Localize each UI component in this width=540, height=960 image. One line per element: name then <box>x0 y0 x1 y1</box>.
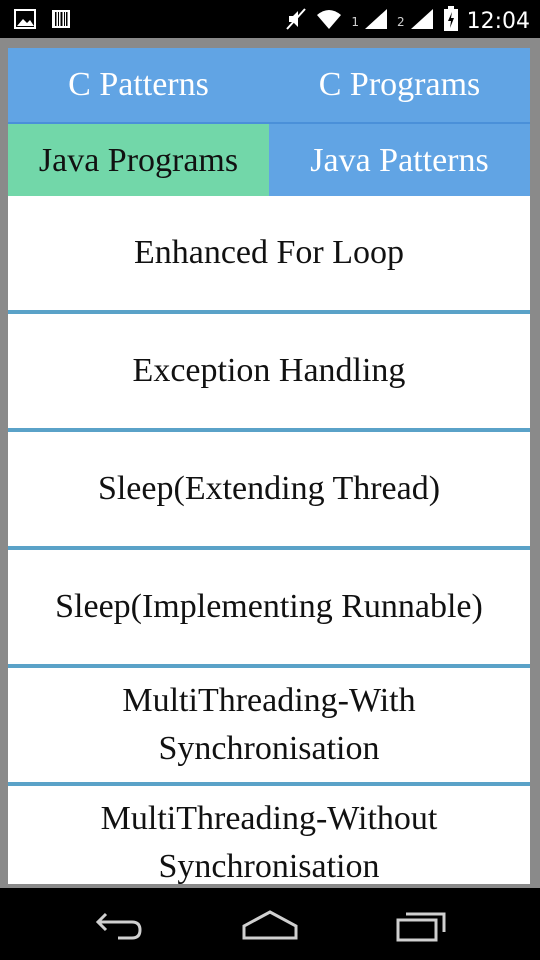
list-item[interactable]: MultiThreading-With Synchronisation <box>8 668 530 786</box>
tab-java-programs[interactable]: Java Programs <box>8 124 269 198</box>
clock: 12:04 <box>466 9 530 34</box>
list-item[interactable]: Exception Handling <box>8 314 530 432</box>
tab-c-programs[interactable]: C Programs <box>269 48 530 122</box>
barcode-icon <box>50 8 72 35</box>
list-item-label: MultiThreading-Without Synchronisation <box>100 800 438 884</box>
recents-icon <box>392 912 452 948</box>
back-icon <box>88 912 148 948</box>
tab-label: C Patterns <box>68 66 209 103</box>
sim2-label: 2 <box>396 14 405 29</box>
list-item[interactable]: Sleep(Extending Thread) <box>8 432 530 550</box>
tab-row: Java Programs Java Patterns <box>8 122 530 198</box>
nav-bar <box>0 888 540 960</box>
tab-label: Java Patterns <box>310 142 489 179</box>
program-list[interactable]: Enhanced For Loop Exception Handling Sle… <box>8 196 530 884</box>
home-button[interactable] <box>240 904 300 944</box>
signal-icon <box>363 7 389 36</box>
home-icon <box>240 910 300 948</box>
back-button[interactable] <box>88 904 148 944</box>
app-content: C Patterns C Programs Java Programs Java… <box>0 38 540 888</box>
list-item[interactable]: Sleep(Implementing Runnable) <box>8 550 530 668</box>
image-icon <box>14 8 36 35</box>
tab-bar: C Patterns C Programs Java Programs Java… <box>8 48 530 198</box>
list-item-label: Sleep(Extending Thread) <box>97 470 441 507</box>
tab-row: C Patterns C Programs <box>8 48 530 122</box>
status-bar: 1 2 12:04 <box>0 0 540 38</box>
tab-java-patterns[interactable]: Java Patterns <box>269 124 530 198</box>
sim1-label: 1 <box>351 14 359 29</box>
tab-label: C Programs <box>318 66 481 103</box>
list-item[interactable]: MultiThreading-Without Synchronisation <box>8 786 530 884</box>
signal-icon <box>409 7 435 36</box>
recents-button[interactable] <box>392 904 452 944</box>
battery-icon <box>443 6 459 37</box>
tab-c-patterns[interactable]: C Patterns <box>8 48 269 122</box>
mute-icon <box>285 7 307 36</box>
list-item-label: Exception Handling <box>132 352 406 389</box>
wifi-icon <box>315 7 343 36</box>
list-item[interactable]: Enhanced For Loop <box>8 196 530 314</box>
list-item-label: Sleep(Implementing Runnable) <box>55 588 483 625</box>
list-item-label: MultiThreading-With Synchronisation <box>122 682 416 767</box>
tab-label: Java Programs <box>38 142 239 179</box>
list-item-label: Enhanced For Loop <box>133 234 405 271</box>
